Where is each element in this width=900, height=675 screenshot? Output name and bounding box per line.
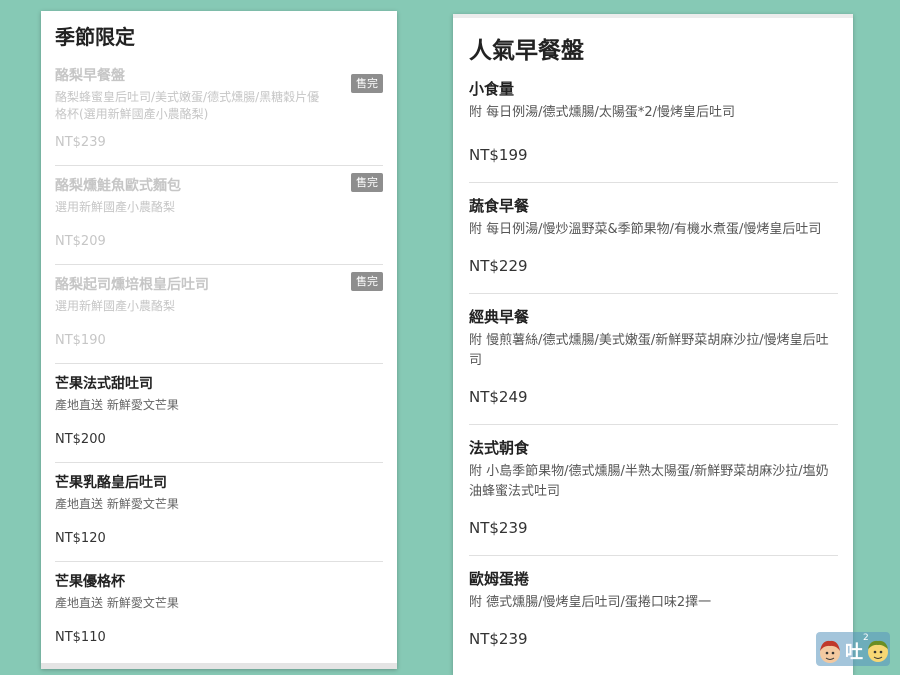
item-price: NT$239 [469, 630, 528, 648]
item-price: NT$229 [469, 257, 528, 275]
item-desc: 附 每日例湯/慢炒溫野菜&季節果物/有機水煮蛋/慢烤皇后吐司 [469, 222, 822, 237]
menu-item-mango-cheese-toast[interactable]: 芒果乳酪皇后吐司 產地直送 新鮮愛文芒果 NT$120 [55, 463, 383, 562]
seasonal-menu-panel: 季節限定 酪梨早餐盤 售完 酪梨蜂蜜皇后吐司/美式嫩蛋/德式燻腸/黑糖穀片優格杯… [41, 11, 397, 669]
item-name: 芒果乳酪皇后吐司 [55, 475, 167, 491]
item-name: 法式朝食 [469, 439, 530, 457]
item-price: NT$209 [55, 234, 106, 249]
item-desc: 選用新鮮國產小農酪梨 [55, 200, 176, 214]
menu-item-omelette[interactable]: 歐姆蛋捲 附 德式燻腸/慢烤皇后吐司/蛋捲口味2擇一 NT$239 [469, 556, 838, 666]
item-name: 芒果優格杯 [55, 574, 125, 590]
watermark-text: 吐 [845, 642, 863, 663]
item-price: NT$239 [469, 519, 528, 537]
item-name: 小食量 [469, 80, 515, 98]
item-desc: 酪梨蜂蜜皇后吐司/美式嫩蛋/德式燻腸/黑糖穀片優格杯(選用新鮮國產小農酪梨) [55, 90, 320, 121]
soldout-badge: 售完 [351, 272, 383, 291]
soldout-badge: 售完 [351, 74, 383, 93]
item-desc: 產地直送 新鮮愛文芒果 [55, 398, 179, 412]
item-name: 歐姆蛋捲 [469, 570, 530, 588]
menu-item-avocado-salmon-bread[interactable]: 酪梨燻鮭魚歐式麵包 售完 選用新鮮國產小農酪梨 NT$209 [55, 166, 383, 265]
item-name: 酪梨燻鮭魚歐式麵包 [55, 178, 181, 194]
item-name: 芒果法式甜吐司 [55, 376, 153, 392]
watermark-superscript: 2 [863, 633, 869, 643]
item-price: NT$200 [55, 432, 106, 447]
menu-item-veggie-breakfast[interactable]: 蔬食早餐 附 每日例湯/慢炒溫野菜&季節果物/有機水煮蛋/慢烤皇后吐司 NT$2… [469, 183, 838, 294]
item-price: NT$249 [469, 388, 528, 406]
menu-item-avocado-bacon-toast[interactable]: 酪梨起司燻培根皇后吐司 售完 選用新鮮國產小農酪梨 NT$190 [55, 265, 383, 364]
item-price: NT$239 [55, 135, 106, 150]
seasonal-title: 季節限定 [55, 25, 135, 49]
item-price: NT$190 [55, 333, 106, 348]
item-name: 經典早餐 [469, 308, 530, 326]
item-desc: 附 小島季節果物/德式燻腸/半熟太陽蛋/新鮮野菜胡麻沙拉/塩奶油蜂蜜法式吐司 [469, 464, 829, 499]
menu-item-mango-yogurt[interactable]: 芒果優格杯 產地直送 新鮮愛文芒果 NT$110 [55, 562, 383, 660]
item-price: NT$199 [469, 146, 528, 164]
item-desc: 產地直送 新鮮愛文芒果 [55, 596, 179, 610]
soldout-badge: 售完 [351, 173, 383, 192]
menu-item-mango-french-toast[interactable]: 芒果法式甜吐司 產地直送 新鮮愛文芒果 NT$200 [55, 364, 383, 463]
popular-title: 人氣早餐盤 [469, 38, 584, 64]
popular-menu-panel: 人氣早餐盤 小食量 附 每日例湯/德式燻腸/太陽蛋*2/慢烤皇后吐司 NT$19… [453, 14, 853, 675]
menu-item-avocado-plate[interactable]: 酪梨早餐盤 售完 酪梨蜂蜜皇后吐司/美式嫩蛋/德式燻腸/黑糖穀片優格杯(選用新鮮… [55, 67, 383, 166]
menu-item-classic-breakfast[interactable]: 經典早餐 附 慢煎薯絲/德式燻腸/美式嫩蛋/新鮮野菜胡麻沙拉/慢烤皇后吐司 NT… [469, 294, 838, 425]
menu-item-french-breakfast[interactable]: 法式朝食 附 小島季節果物/德式燻腸/半熟太陽蛋/新鮮野菜胡麻沙拉/塩奶油蜂蜜法… [469, 425, 838, 556]
menu-item-small-portion[interactable]: 小食量 附 每日例湯/德式燻腸/太陽蛋*2/慢烤皇后吐司 NT$199 [469, 80, 838, 183]
item-desc: 附 德式燻腸/慢烤皇后吐司/蛋捲口味2擇一 [469, 595, 712, 610]
item-desc: 附 慢煎薯絲/德式燻腸/美式嫩蛋/新鮮野菜胡麻沙拉/慢烤皇后吐司 [469, 333, 829, 368]
item-desc: 附 每日例湯/德式燻腸/太陽蛋*2/慢烤皇后吐司 [469, 105, 736, 120]
item-name: 酪梨起司燻培根皇后吐司 [55, 277, 209, 293]
item-desc: 選用新鮮國產小農酪梨 [55, 299, 176, 313]
item-price: NT$120 [55, 531, 106, 546]
item-price: NT$110 [55, 630, 106, 645]
watermark-logo: 吐 2 [816, 632, 890, 666]
item-desc: 產地直送 新鮮愛文芒果 [55, 497, 179, 511]
item-name: 蔬食早餐 [469, 197, 530, 215]
item-name: 酪梨早餐盤 [55, 68, 125, 84]
